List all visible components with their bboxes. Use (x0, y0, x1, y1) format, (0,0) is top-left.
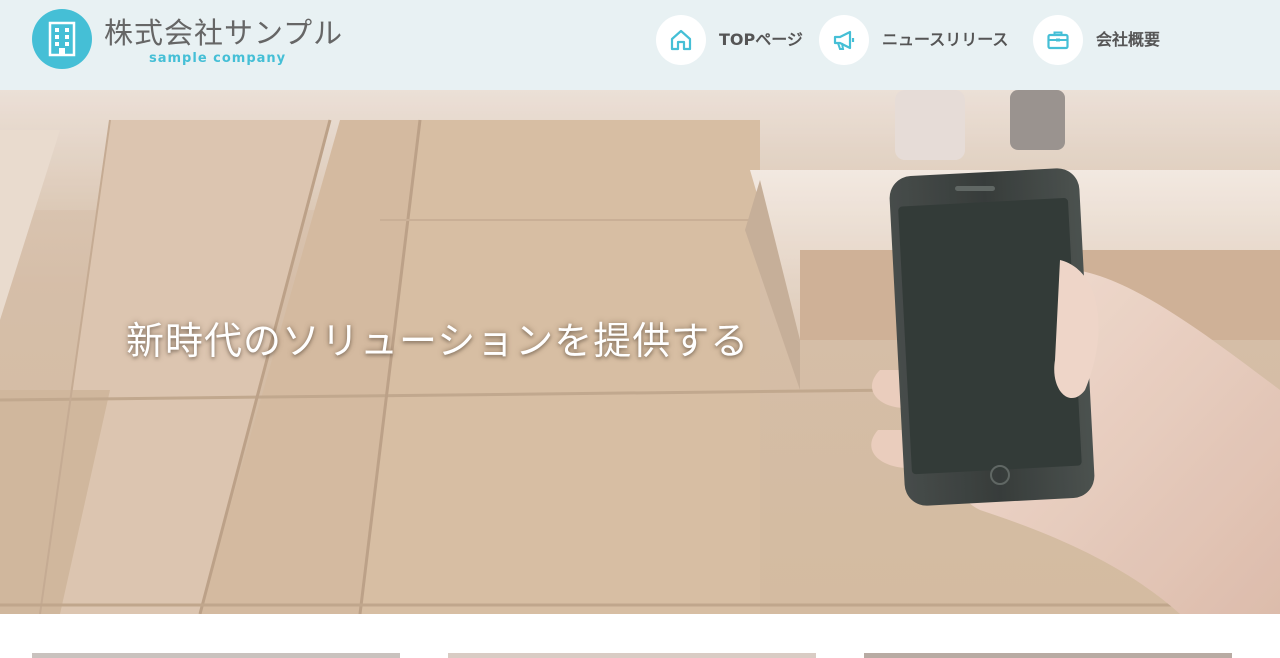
nav-item-about[interactable]: 会社概要 (1033, 15, 1173, 65)
site-logo[interactable]: 株式会社サンプル sample company (32, 9, 352, 71)
card-thumbnail-1[interactable] (32, 653, 400, 658)
nav-label-news: ニュースリリース (882, 30, 1009, 49)
nav-label-top: TOPページ (719, 30, 803, 49)
nav-label-about: 会社概要 (1096, 30, 1161, 49)
hero-headline: 新時代のソリューションを提供する (126, 319, 750, 363)
company-name: 株式会社サンプル (104, 16, 344, 50)
company-tagline: sample company (149, 51, 287, 66)
nav-item-top[interactable]: TOPページ (656, 15, 811, 65)
home-icon (656, 15, 706, 65)
briefcase-icon (1033, 15, 1083, 65)
megaphone-icon (819, 15, 869, 65)
card-strip (0, 614, 1280, 658)
nav-item-news[interactable]: ニュースリリース (819, 15, 1029, 65)
card-thumbnail-2[interactable] (448, 653, 816, 658)
site-header: 株式会社サンプル sample company TOPページ ニュースリリース (0, 0, 1280, 90)
card-thumbnail-3[interactable] (864, 653, 1232, 658)
building-icon (32, 9, 92, 69)
hero-banner: 新時代のソリューションを提供する (0, 90, 1280, 614)
